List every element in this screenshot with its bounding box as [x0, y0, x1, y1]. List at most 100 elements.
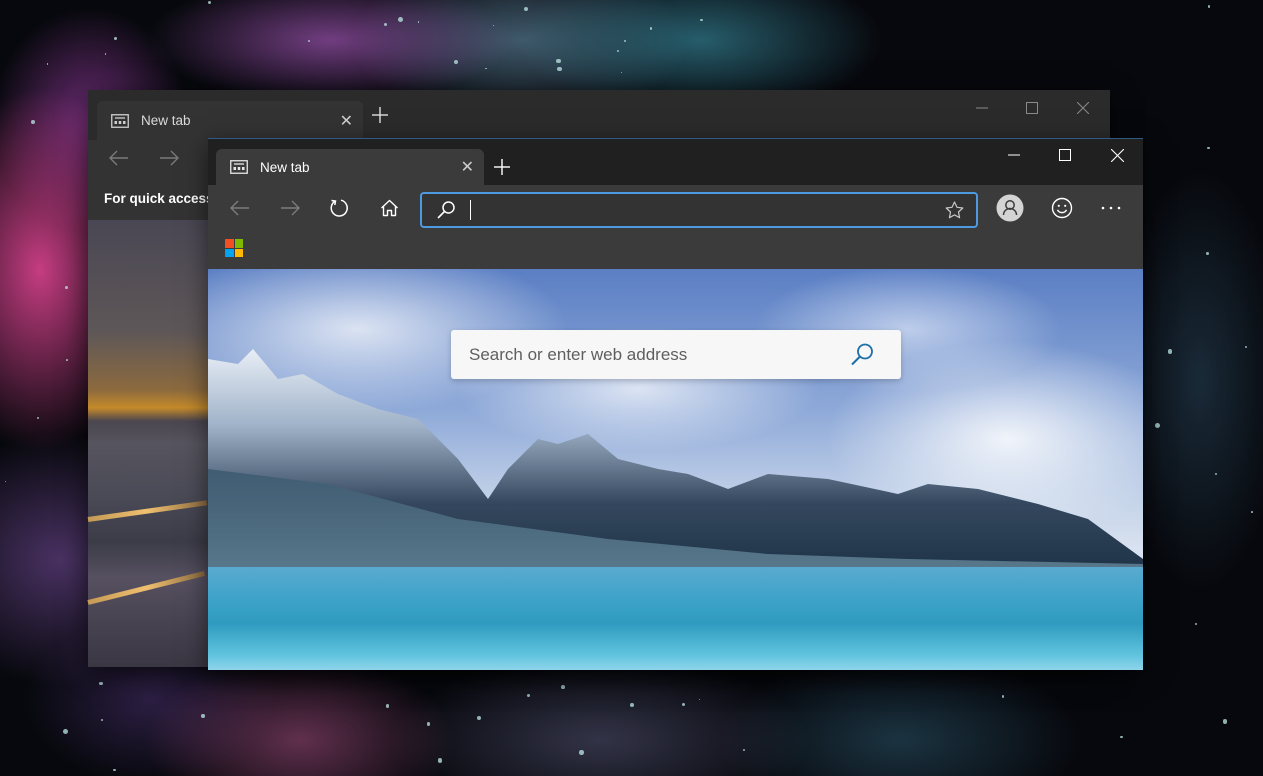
new-tab-search-input[interactable]: [451, 329, 849, 380]
wallpaper-speck: [623, 40, 627, 43]
minimize-icon: [1008, 154, 1020, 156]
wallpaper-speck: [201, 714, 205, 718]
wallpaper-speck: [417, 21, 419, 23]
star-icon[interactable]: [945, 201, 964, 219]
profile-button[interactable]: [993, 191, 1027, 225]
wallpaper-speck: [397, 16, 403, 22]
wallpaper-speck: [385, 704, 390, 708]
wallpaper-speck: [426, 721, 431, 726]
lake-reflection: [208, 567, 1143, 670]
wallpaper-speck: [523, 6, 528, 11]
minimize-button[interactable]: [991, 139, 1037, 171]
close-icon: [1110, 148, 1124, 162]
maximize-button[interactable]: [1042, 139, 1088, 171]
close-window-button[interactable]: [1094, 139, 1140, 171]
refresh-icon: [330, 199, 348, 217]
wallpaper-speck: [1214, 472, 1217, 476]
tab-title: New tab: [141, 113, 191, 128]
wallpaper-speck: [1120, 735, 1123, 739]
back-button[interactable]: [102, 141, 136, 175]
new-tab-page-icon: [111, 113, 129, 128]
more-horizontal-icon: [1101, 206, 1121, 210]
wallpaper-speck: [1155, 422, 1161, 428]
forward-button[interactable]: [152, 141, 186, 175]
wallpaper-speck: [620, 72, 622, 74]
background-image: [87, 220, 218, 667]
wallpaper-speck: [453, 59, 459, 65]
new-tab-search-box[interactable]: [451, 329, 901, 380]
wallpaper-speck: [630, 703, 634, 708]
wallpaper-speck: [383, 22, 388, 27]
wallpaper-speck: [649, 27, 653, 30]
wallpaper-speck: [700, 18, 703, 21]
wallpaper-speck: [30, 119, 35, 124]
wallpaper-speck: [36, 416, 39, 419]
microsoft-logo[interactable]: [225, 239, 243, 257]
home-icon: [380, 199, 398, 217]
smiley-icon: [1051, 197, 1073, 219]
back-button[interactable]: [223, 191, 257, 225]
quick-access-message: For quick access,: [104, 191, 218, 206]
wallpaper-speck: [112, 768, 116, 772]
wallpaper-speck: [1206, 252, 1210, 255]
arrow-left-icon: [109, 150, 128, 166]
wallpaper-speck: [104, 53, 107, 55]
wallpaper-speck: [616, 49, 620, 53]
maximize-icon: [1059, 149, 1071, 161]
wallpaper-speck: [681, 703, 685, 707]
wallpaper-speck: [1250, 511, 1253, 513]
logo-square-blue: [225, 248, 234, 257]
wallpaper-speck: [485, 67, 487, 70]
tab-new-tab[interactable]: New tab ✕: [97, 101, 363, 140]
wallpaper-speck: [438, 758, 443, 763]
close-icon[interactable]: ✕: [461, 157, 474, 177]
new-tab-button[interactable]: [371, 105, 389, 129]
home-button[interactable]: [372, 191, 406, 225]
minimize-icon: [976, 107, 988, 109]
new-tab-button[interactable]: [493, 157, 511, 181]
close-window-button[interactable]: [1060, 92, 1106, 124]
feedback-button[interactable]: [1045, 191, 1079, 225]
wallpaper-speck: [1167, 349, 1173, 354]
logo-square-green: [234, 239, 243, 248]
search-icon[interactable]: [849, 342, 875, 368]
wallpaper-speck: [743, 748, 746, 751]
wallpaper-speck: [99, 682, 103, 686]
title-bar[interactable]: New tab ✕: [208, 139, 1143, 185]
maximize-icon: [1026, 102, 1038, 114]
wallpaper-speck: [207, 0, 212, 5]
logo-square-yellow: [234, 248, 243, 257]
wallpaper-speck: [492, 24, 495, 27]
wallpaper-speck: [698, 698, 701, 700]
browser-window-active[interactable]: New tab ✕: [208, 138, 1143, 670]
wallpaper-speck: [526, 693, 531, 698]
title-bar[interactable]: New tab ✕: [88, 90, 1110, 140]
address-input[interactable]: [471, 194, 945, 226]
profile-icon: [996, 194, 1024, 222]
tab-title: New tab: [260, 159, 310, 175]
forward-button[interactable]: [273, 191, 307, 225]
close-icon[interactable]: ✕: [340, 111, 353, 131]
wallpaper-speck: [4, 480, 7, 483]
tab-new-tab[interactable]: New tab ✕: [216, 149, 484, 185]
wallpaper-speck: [307, 39, 311, 42]
refresh-button[interactable]: [322, 191, 356, 225]
wallpaper-speck: [1194, 622, 1198, 626]
wallpaper-speck: [578, 750, 584, 755]
arrow-left-icon: [230, 200, 249, 216]
close-icon: [1077, 102, 1089, 114]
wallpaper-speck: [100, 718, 103, 721]
wallpaper-speck: [1207, 5, 1211, 8]
settings-more-button[interactable]: [1094, 191, 1128, 225]
maximize-button[interactable]: [1009, 92, 1055, 124]
minimize-button[interactable]: [959, 92, 1005, 124]
wallpaper-speck: [113, 36, 117, 40]
wallpaper-speck: [63, 728, 69, 734]
wallpaper-speck: [1244, 345, 1247, 348]
arrow-right-icon: [281, 200, 300, 216]
logo-square-red: [225, 239, 234, 248]
address-bar[interactable]: [420, 192, 978, 228]
search-icon: [436, 200, 456, 220]
wallpaper-speck: [1223, 719, 1228, 724]
new-tab-page-icon: [230, 160, 248, 174]
